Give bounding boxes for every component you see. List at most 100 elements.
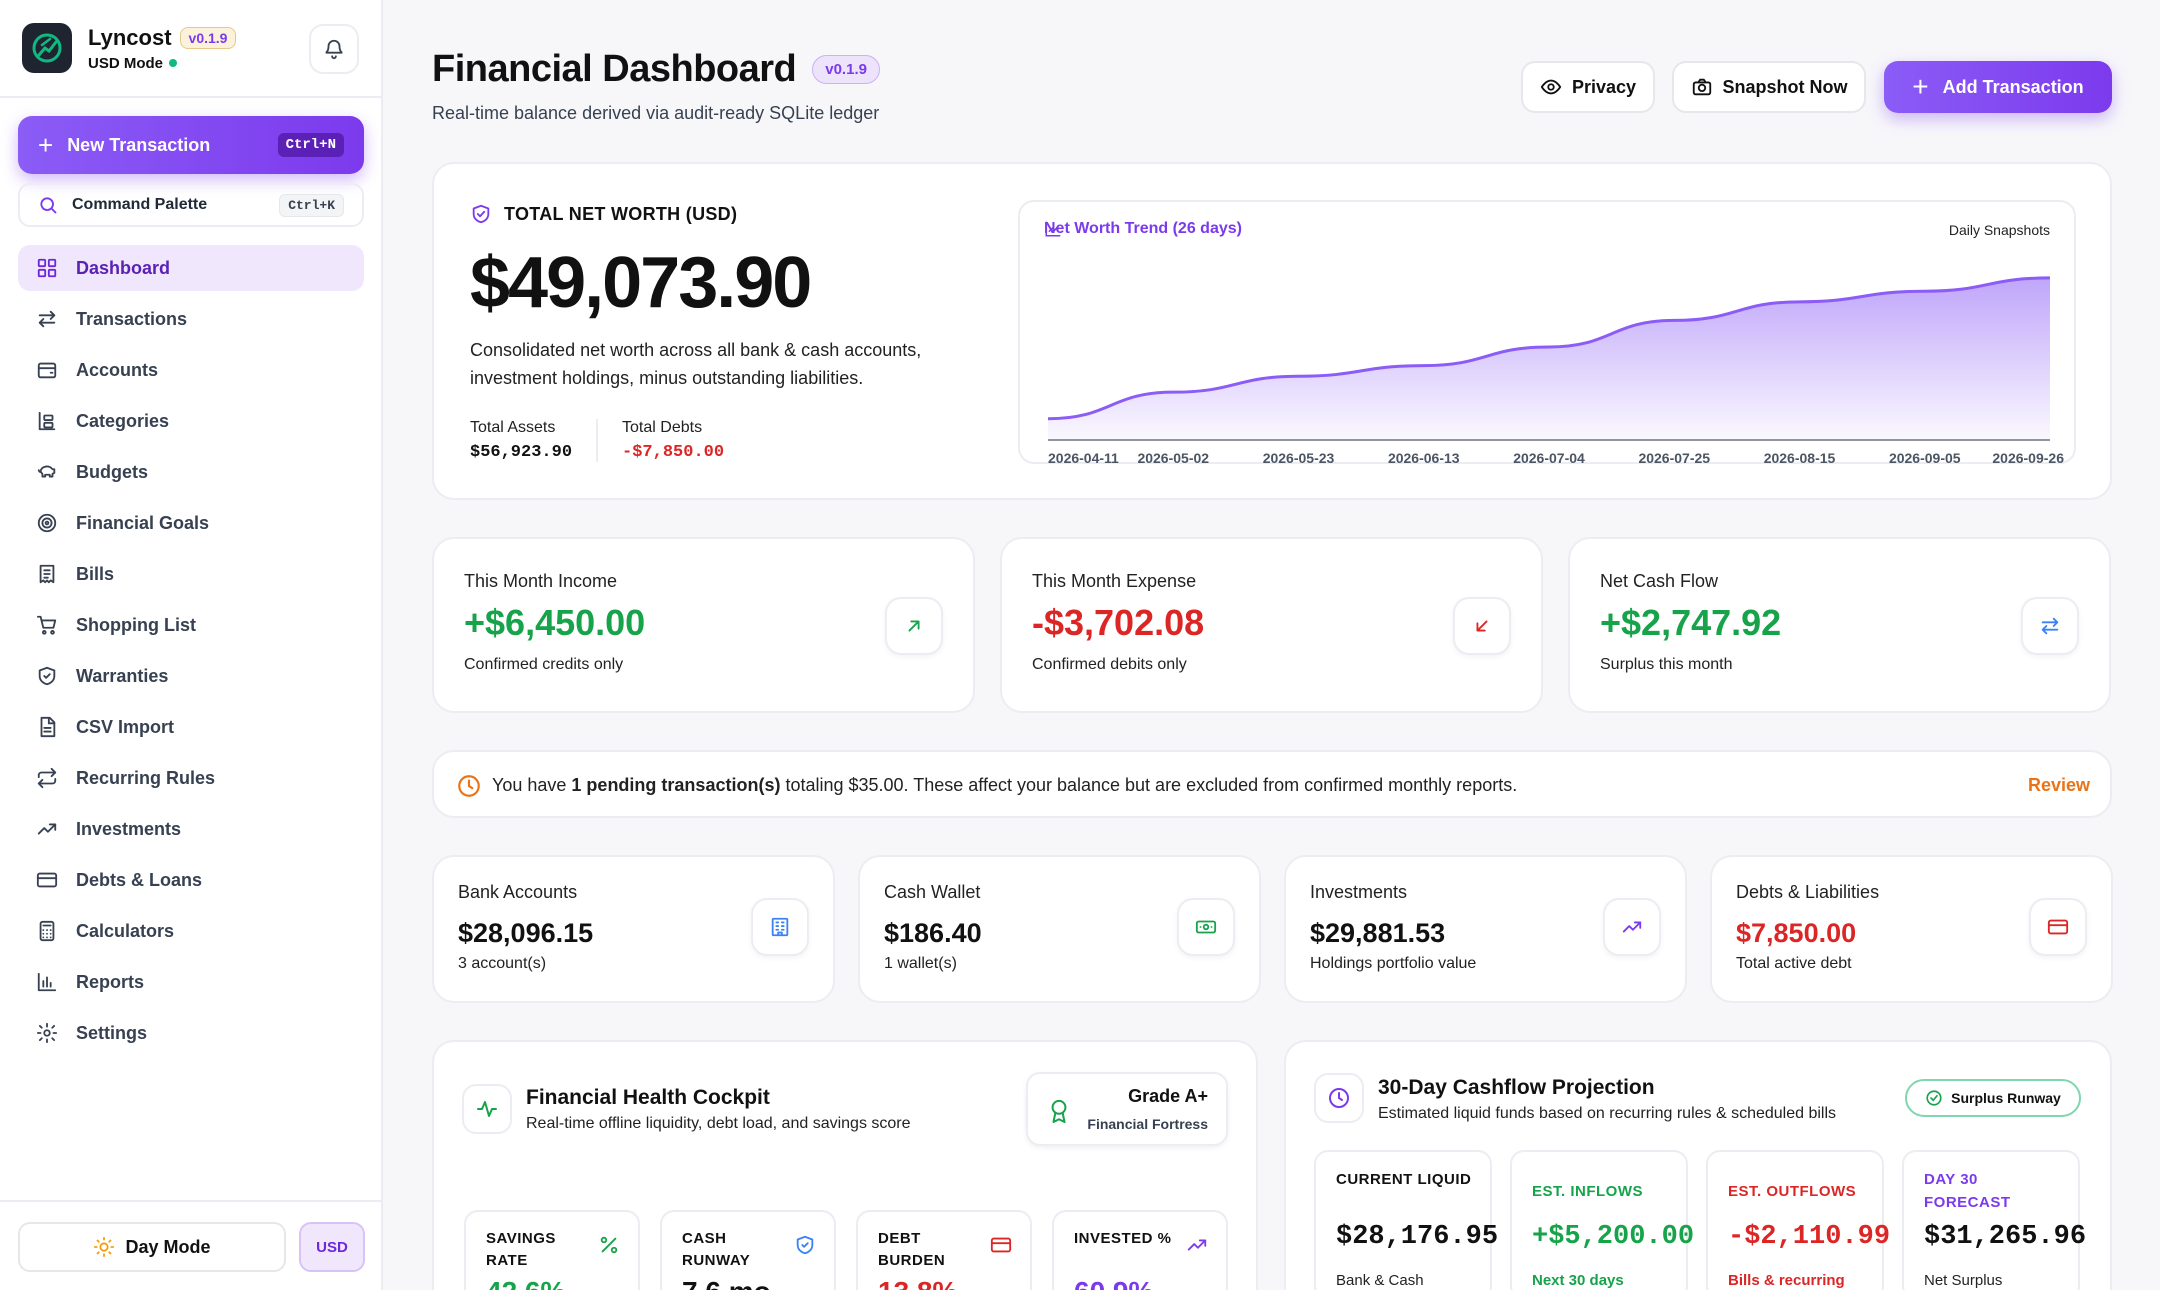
sidebar-item-calculators[interactable]: Calculators xyxy=(18,908,364,954)
x-tick-label: 2026-04-11 xyxy=(1048,450,1119,466)
trend-up-icon xyxy=(1603,898,1661,956)
cash-icon xyxy=(1177,898,1235,956)
sidebar-item-transactions[interactable]: Transactions xyxy=(18,296,364,342)
net-worth-trend-chart: 2026-04-11 2026-05-02 2026-05-23 2026-06-13… xyxy=(1018,200,2076,466)
sidebar-item-label: Transactions xyxy=(76,308,188,329)
sidebar-item-csv-import[interactable]: CSV Import xyxy=(18,704,364,750)
trend-chart-svg: 2026-04-11 2026-05-02 2026-05-23 2026-06-13… xyxy=(1047,276,2064,466)
add-transaction-button[interactable]: + Add Transaction xyxy=(1884,61,2112,113)
trend-up-icon xyxy=(1186,1234,1208,1256)
surplus-runway-label: Surplus Runway xyxy=(1951,1090,2061,1106)
net-worth-label-text: TOTAL NET WORTH (USD) xyxy=(504,203,738,224)
health-metric-value: 7.6 mo xyxy=(682,1276,771,1290)
account-subtitle: Holdings portfolio value xyxy=(1310,955,1477,972)
account-card: Bank Accounts $28,096.15 3 account(s) xyxy=(432,855,835,1003)
sidebar-item-shopping-list[interactable]: Shopping List xyxy=(18,602,364,648)
net-worth-value: $49,073.90 xyxy=(470,243,812,323)
sidebar-item-recurring-rules[interactable]: Recurring Rules xyxy=(18,755,364,801)
sidebar-item-warranties[interactable]: Warranties xyxy=(18,653,364,699)
x-tick-label: 2026-08-15 xyxy=(1764,450,1836,466)
sidebar-item-label: Investments xyxy=(76,818,182,839)
trend-mode-label: Daily Snapshots xyxy=(1948,222,2050,238)
command-palette-button[interactable]: Command Palette Ctrl+K xyxy=(18,183,364,227)
page-title: Financial Dashboard v0.1.9 xyxy=(432,48,880,91)
check-circle-icon xyxy=(1926,1090,1942,1106)
sidebar-item-debts-loans[interactable]: Debts & Loans xyxy=(18,857,364,903)
review-link[interactable]: Review xyxy=(2028,775,2090,796)
sidebar-item-reports[interactable]: Reports xyxy=(18,959,364,1005)
summary-title: This Month Expense xyxy=(1032,571,1197,591)
day-mode-toggle[interactable]: Day Mode xyxy=(18,1222,286,1272)
net-worth-card: TOTAL NET WORTH (USD) $49,073.90 Consoli… xyxy=(432,162,2112,500)
total-assets-label: Total Assets xyxy=(470,419,556,436)
x-tick-label: 2026-05-23 xyxy=(1263,450,1335,466)
cashflow-subtitle: Estimated liquid funds based on recurrin… xyxy=(1378,1105,1837,1122)
gear-icon xyxy=(36,1022,58,1044)
shield-icon xyxy=(36,665,58,687)
pending-suffix: totaling $35.00. These affect your balan… xyxy=(780,775,1518,795)
summary-card: This Month Income +$6,450.00 Confirmed c… xyxy=(432,537,975,713)
total-debts-label: Total Debts xyxy=(622,419,703,436)
account-value: $29,881.53 xyxy=(1310,918,1446,948)
sidebar-item-label: Accounts xyxy=(76,359,159,380)
summary-card: This Month Expense -$3,702.08 Confirmed … xyxy=(1000,537,1543,713)
page-title-text: Financial Dashboard xyxy=(432,48,797,90)
account-value: $186.40 xyxy=(884,918,982,948)
projection-item: CURRENT LIQUID $28,176.95 Bank & Cash xyxy=(1314,1150,1498,1290)
snapshot-button[interactable]: Snapshot Now xyxy=(1672,61,1866,113)
health-cockpit-card: Financial Health Cockpit Real-time offli… xyxy=(432,1040,1258,1290)
sidebar-item-label: Warranties xyxy=(76,665,169,686)
total-assets: Total Assets $56,923.90 xyxy=(470,419,596,462)
sidebar-item-accounts[interactable]: Accounts xyxy=(18,347,364,393)
pending-banner: You have 1 pending transaction(s) totali… xyxy=(432,750,2112,818)
sidebar-item-investments[interactable]: Investments xyxy=(18,806,364,852)
grade-badge: Grade A+ Financial Fortress xyxy=(1026,1072,1228,1146)
projection-item: DAY 30 FORECAST $31,265.96 Net Surplus xyxy=(1902,1150,2086,1290)
total-debts: Total Debts -$7,850.00 xyxy=(596,419,748,462)
new-transaction-button[interactable]: + New Transaction Ctrl+N xyxy=(18,116,364,174)
receipt-icon xyxy=(36,563,58,585)
target-icon xyxy=(36,512,58,534)
cashflow-title: 30-Day Cashflow Projection xyxy=(1378,1076,1655,1099)
camera-icon xyxy=(1692,78,1711,96)
sidebar-item-budgets[interactable]: Budgets xyxy=(18,449,364,495)
projection-item: EST. INFLOWS +$5,200.00 Next 30 days xyxy=(1510,1150,1694,1290)
net-worth-stats: Total Assets $56,923.90 Total Debts -$7,… xyxy=(470,419,748,462)
pending-message: You have 1 pending transaction(s) totali… xyxy=(492,775,1517,796)
bank-icon xyxy=(751,898,809,956)
shortcut-badge: Ctrl+K xyxy=(279,193,344,217)
projection-item: EST. OUTFLOWS -$2,110.99 Bills & recurri… xyxy=(1706,1150,1890,1290)
piggy-bank-icon xyxy=(36,461,58,483)
sidebar-item-dashboard[interactable]: Dashboard xyxy=(18,245,364,291)
projection-value: $31,265.96 xyxy=(1924,1222,2087,1252)
grade-label: Financial Fortress xyxy=(1087,1116,1208,1132)
notifications-button[interactable] xyxy=(309,24,359,74)
sidebar-item-bills[interactable]: Bills xyxy=(18,551,364,597)
sidebar-item-label: Debts & Loans xyxy=(76,869,203,890)
sidebar-item-label: Dashboard xyxy=(76,257,171,278)
net-worth-description: Consolidated net worth across all bank &… xyxy=(470,340,922,388)
summary-value: +$6,450.00 xyxy=(464,602,646,643)
health-metric-value: 13.8% xyxy=(878,1276,957,1290)
sidebar-item-settings[interactable]: Settings xyxy=(18,1010,364,1056)
projection-subtitle: Bank & Cash xyxy=(1336,1272,1424,1289)
privacy-button[interactable]: Privacy xyxy=(1521,61,1655,113)
account-title: Cash Wallet xyxy=(884,882,981,902)
sidebar-item-financial-goals[interactable]: Financial Goals xyxy=(18,500,364,546)
projection-value: -$2,110.99 xyxy=(1728,1222,1891,1252)
currency-button[interactable]: USD xyxy=(299,1222,365,1272)
add-transaction-label: Add Transaction xyxy=(1942,76,2084,97)
swap-icon xyxy=(2021,597,2079,655)
projection-subtitle: Bills & recurring xyxy=(1728,1272,1845,1289)
day-mode-label: Day Mode xyxy=(125,1236,211,1257)
snapshot-label: Snapshot Now xyxy=(1722,76,1848,97)
summary-value: +$2,747.92 xyxy=(1600,602,1782,643)
projection-label: EST. OUTFLOWS xyxy=(1728,1183,1857,1200)
x-tick-label: 2026-06-13 xyxy=(1388,450,1460,466)
summary-subtitle: Confirmed credits only xyxy=(464,656,624,673)
summary-value: -$3,702.08 xyxy=(1032,602,1205,643)
shortcut-badge: Ctrl+N xyxy=(277,133,344,157)
sidebar-item-categories[interactable]: Categories xyxy=(18,398,364,444)
projection-label: CURRENT LIQUID xyxy=(1336,1171,1472,1188)
credit-card-icon xyxy=(2029,898,2087,956)
